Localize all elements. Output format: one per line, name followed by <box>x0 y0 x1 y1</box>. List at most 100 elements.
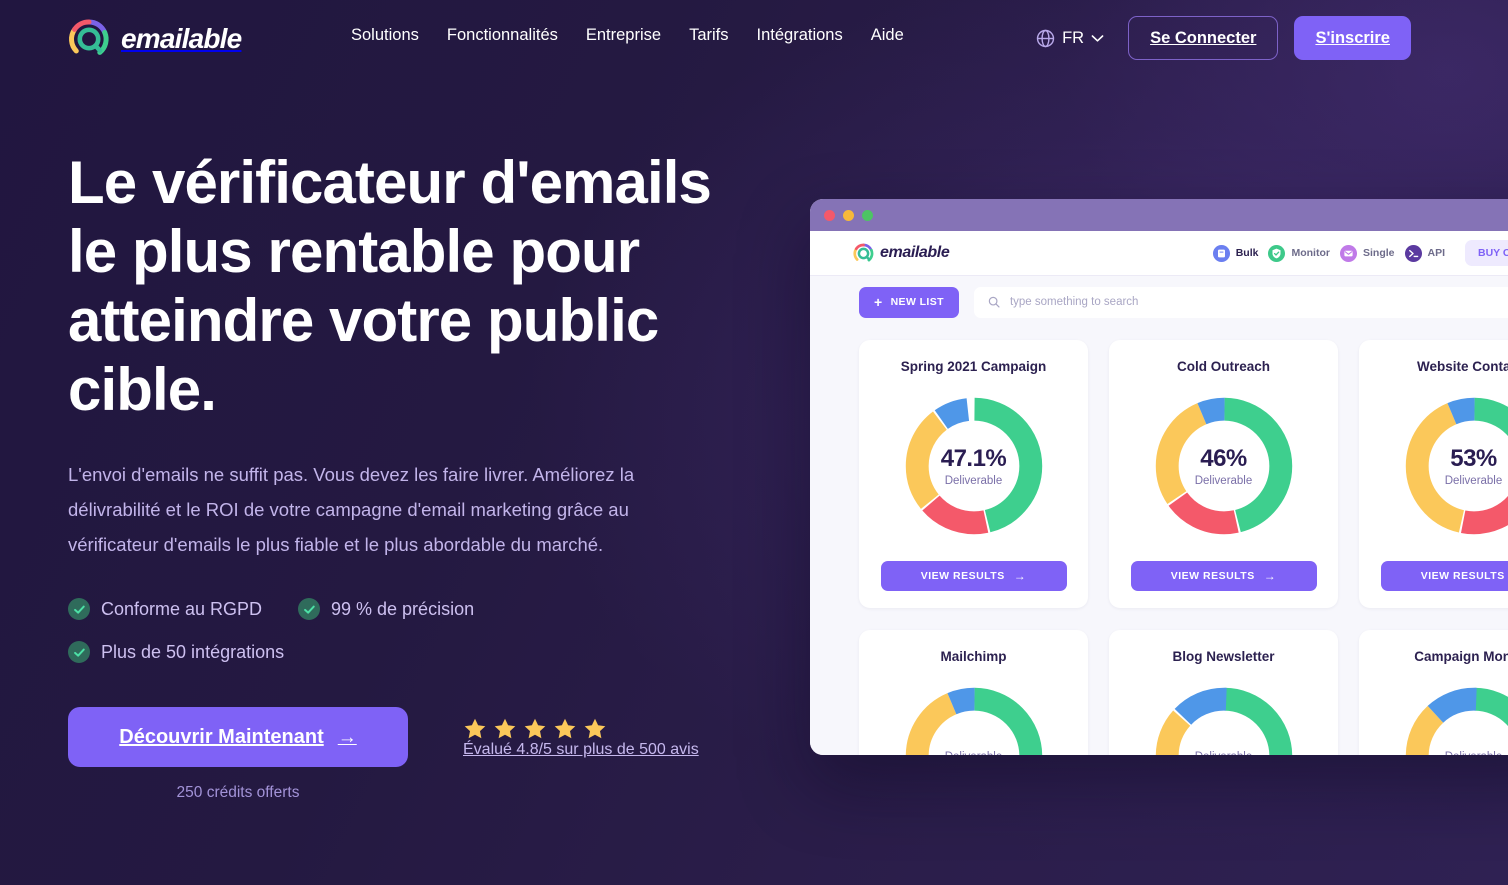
rating-text-link[interactable]: Évalué 4.8/5 sur plus de 500 avis <box>463 741 699 758</box>
card-title: Mailchimp <box>940 649 1007 664</box>
mockup-tabs: Bulk Monitor Single API BUY C <box>1212 240 1508 266</box>
minimize-dot-icon[interactable] <box>843 209 854 221</box>
nav-item-tarifs[interactable]: Tarifs <box>689 26 728 45</box>
tab-bulk[interactable]: Bulk <box>1212 244 1258 262</box>
tab-label: Single <box>1362 247 1395 259</box>
chevron-down-icon <box>1091 34 1104 43</box>
deliverable-label: Deliverable <box>945 751 1003 755</box>
nav-item-solutions[interactable]: Solutions <box>351 26 419 45</box>
cta-label: Découvrir Maintenant <box>119 725 324 748</box>
page-title: Le vérificateur d'emails le plus rentabl… <box>68 149 712 423</box>
tab-label: Monitor <box>1291 247 1330 259</box>
globe-icon <box>1036 29 1055 48</box>
arrow-right-icon: → <box>1263 569 1277 583</box>
list-card[interactable]: Campaign Monitor Deliverable <box>1359 630 1508 755</box>
donut-center-label: 53% Deliverable <box>1399 391 1508 541</box>
view-results-button[interactable]: VIEW RESULTS → <box>880 561 1067 591</box>
feature-label: Plus de 50 intégrations <box>101 641 285 662</box>
cta-row: Découvrir Maintenant → 250 crédits offer… <box>68 707 768 802</box>
star-icon <box>493 717 517 741</box>
nav-item-fonctionnalites[interactable]: Fonctionnalités <box>447 26 558 45</box>
tab-api[interactable]: API <box>1404 244 1445 262</box>
credits-note: 250 crédits offerts <box>176 784 300 801</box>
deliverable-percent: 47.1% <box>940 445 1007 472</box>
deliverability-donut-chart: 53% Deliverable <box>1399 391 1508 541</box>
donut-center-label: Deliverable <box>899 681 1049 755</box>
hero-subheadline: L'envoi d'emails ne suffit pas. Vous dev… <box>68 464 635 555</box>
list-card[interactable]: Website Contacts 53% Deliverable <box>1359 340 1508 608</box>
deliverable-label: Deliverable <box>944 475 1003 487</box>
card-title: Blog Newsletter <box>1172 649 1275 664</box>
deliverability-donut-chart: Deliverable <box>899 681 1049 755</box>
search-icon <box>988 296 1000 308</box>
card-title: Spring 2021 Campaign <box>900 359 1047 374</box>
list-card[interactable]: Blog Newsletter Deliverable <box>1109 630 1338 755</box>
nav-item-integrations[interactable]: Intégrations <box>757 26 843 45</box>
star-icon <box>523 717 547 741</box>
list-card[interactable]: Spring 2021 Campaign 47.1% Deliverable V… <box>859 340 1088 608</box>
tab-single[interactable]: Single <box>1339 244 1395 262</box>
donut-center-label: Deliverable <box>1399 681 1508 755</box>
header-actions: FR Se Connecter S'inscrire <box>1036 16 1411 60</box>
check-circle-icon <box>68 641 90 663</box>
mockup-toolbar: + NEW LIST type something to search <box>810 276 1508 328</box>
list-card[interactable]: Mailchimp Deliverable <box>859 630 1088 755</box>
deliverable-label: Deliverable <box>1195 751 1253 755</box>
language-selector[interactable]: FR <box>1036 29 1104 48</box>
deliverable-label: Deliverable <box>1194 475 1253 487</box>
feature-item-integrations: Plus de 50 intégrations <box>68 641 284 663</box>
feature-item-precision: 99 % de précision <box>298 598 474 620</box>
star-rating <box>463 717 699 741</box>
signup-button[interactable]: S'inscrire <box>1294 16 1411 60</box>
search-input[interactable]: type something to search <box>973 286 1508 318</box>
star-icon <box>463 717 487 741</box>
list-card[interactable]: Cold Outreach 46% Deliverable VIEW RESUL… <box>1109 340 1338 608</box>
feature-label: 99 % de précision <box>331 598 475 619</box>
view-results-button[interactable]: VIEW RESULTS → <box>1380 561 1508 591</box>
nav-item-aide[interactable]: Aide <box>871 26 904 45</box>
app-mockup-window: emailable Bulk Monitor Single API BUY C … <box>810 199 1508 755</box>
discover-now-button[interactable]: Découvrir Maintenant → <box>68 707 408 767</box>
rating-block: Évalué 4.8/5 sur plus de 500 avis <box>463 707 699 759</box>
check-circle-icon <box>298 598 320 620</box>
close-dot-icon[interactable] <box>824 209 835 221</box>
donut-center-label: 46% Deliverable <box>1149 391 1299 541</box>
deliverable-label: Deliverable <box>1444 475 1503 487</box>
mockup-wordmark: emailable <box>880 244 950 261</box>
new-list-label: NEW LIST <box>890 296 944 308</box>
new-list-button[interactable]: + NEW LIST <box>859 286 959 318</box>
feature-row: Conforme au RGPD 99 % de précision <box>68 598 768 620</box>
deliverable-label: Deliverable <box>1445 751 1503 755</box>
view-results-label: VIEW RESULTS <box>1170 570 1255 582</box>
feature-item-rgpd: Conforme au RGPD <box>68 598 298 620</box>
shield-check-icon <box>1268 244 1286 262</box>
card-title: Website Contacts <box>1416 359 1508 374</box>
landing-page: emailable Solutions Fonctionnalités Entr… <box>0 0 1508 885</box>
arrow-right-icon: → <box>1013 569 1027 583</box>
card-row: Spring 2021 Campaign 47.1% Deliverable V… <box>859 340 1508 608</box>
login-button[interactable]: Se Connecter <box>1128 16 1279 60</box>
terminal-icon <box>1404 244 1422 262</box>
feature-label: Conforme au RGPD <box>101 598 263 619</box>
buy-credits-button[interactable]: BUY CREDITS <box>1465 240 1508 266</box>
mockup-titlebar <box>810 199 1508 231</box>
tab-monitor[interactable]: Monitor <box>1268 244 1330 262</box>
search-placeholder: type something to search <box>1009 296 1139 308</box>
site-header: emailable Solutions Fonctionnalités Entr… <box>0 0 1508 76</box>
envelope-icon <box>1339 244 1357 262</box>
brand-logo-link[interactable]: emailable <box>68 18 242 60</box>
deliverability-donut-chart: 47.1% Deliverable <box>899 391 1049 541</box>
view-results-label: VIEW RESULTS <box>920 570 1005 582</box>
deliverability-donut-chart: Deliverable <box>1149 681 1299 755</box>
emailable-ring-logo-icon <box>853 243 874 264</box>
donut-center-label: Deliverable <box>1149 681 1299 755</box>
view-results-button[interactable]: VIEW RESULTS → <box>1130 561 1317 591</box>
star-icon <box>553 717 577 741</box>
nav-item-entreprise[interactable]: Entreprise <box>586 26 661 45</box>
lists-grid: Spring 2021 Campaign 47.1% Deliverable V… <box>810 328 1508 755</box>
maximize-dot-icon[interactable] <box>862 209 873 221</box>
deliverability-donut-chart: 46% Deliverable <box>1149 391 1299 541</box>
mockup-brand[interactable]: emailable <box>853 243 950 264</box>
feature-row: Plus de 50 intégrations <box>68 641 768 663</box>
card-title: Cold Outreach <box>1176 359 1270 374</box>
